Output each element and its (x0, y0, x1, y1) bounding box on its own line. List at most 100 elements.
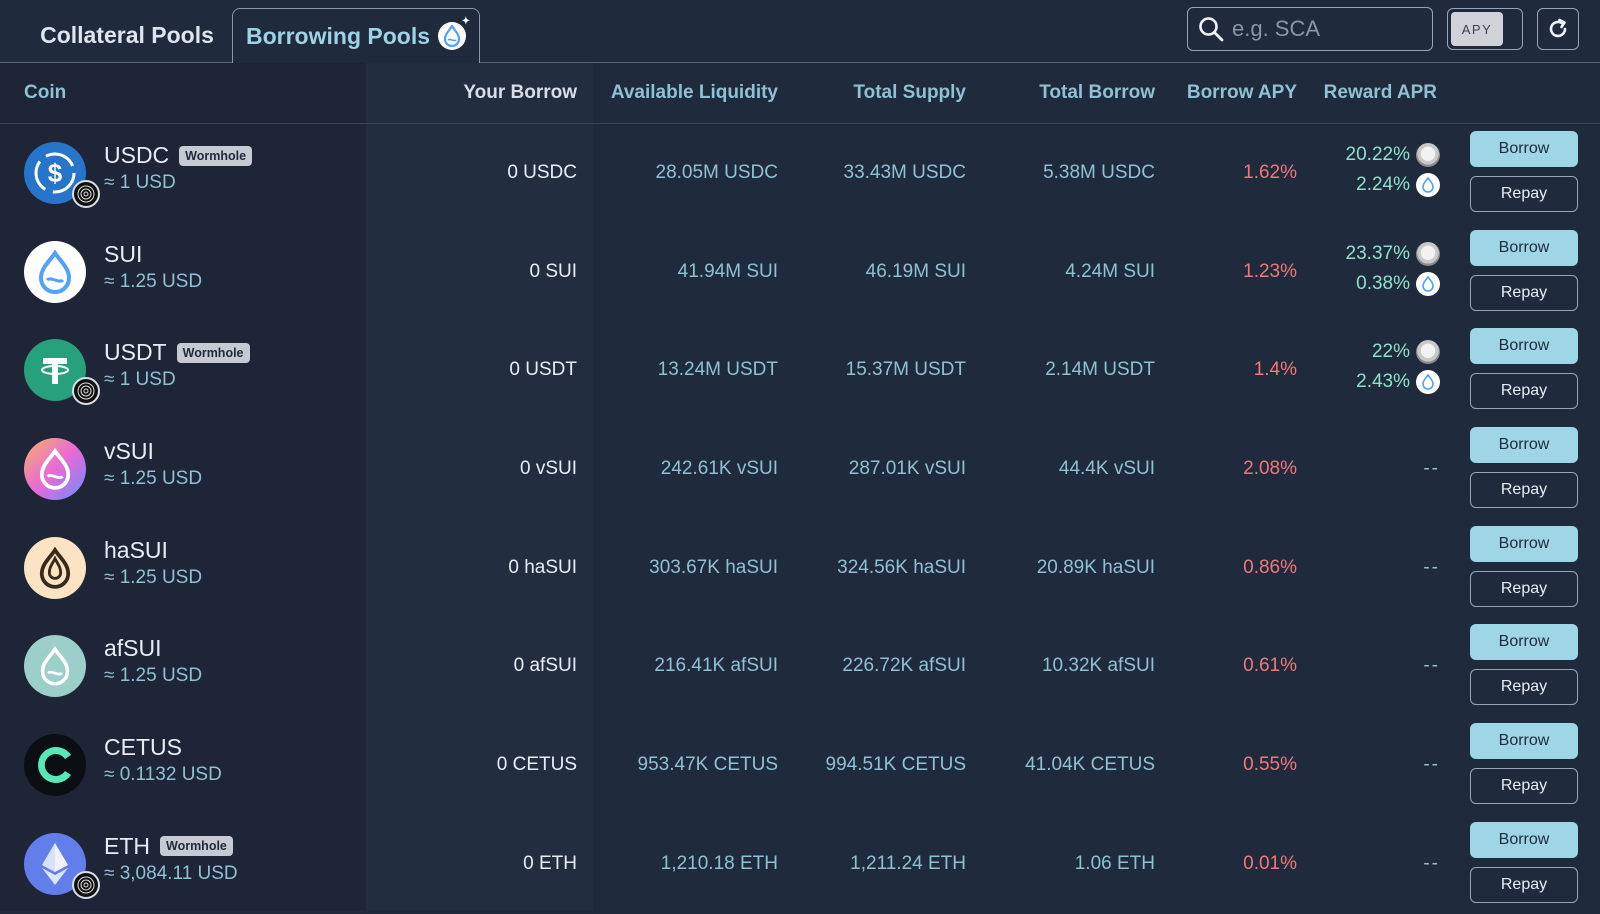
your-borrow-value: 0 USDC (507, 162, 577, 183)
sca-reward-icon (1416, 143, 1440, 167)
header-available-liquidity[interactable]: Available Liquidity (590, 63, 778, 123)
table-row: afSUI ≈ 1.25 USD 0 afSUI 216.41K afSUI 2… (0, 617, 1600, 716)
search-box[interactable] (1187, 7, 1433, 51)
reward-sui-value: 2.24% (1356, 174, 1410, 195)
borrow-apy-value: 0.86% (1243, 556, 1297, 578)
total-supply-value: 33.43M USDC (843, 162, 967, 183)
coin-symbol: vSUI (104, 438, 154, 465)
reward-apr: 23.37% 0.38% (1290, 239, 1440, 299)
reward-apr: 22% 2.43% (1290, 337, 1440, 397)
total-borrow-value: 10.32K afSUI (1041, 655, 1155, 677)
coin-symbol: CETUS (104, 734, 182, 761)
header-coin[interactable]: Coin (24, 63, 66, 123)
coin-price: ≈ 1.25 USD (104, 665, 203, 687)
total-supply-value: 1,211.24 ETH (850, 852, 966, 874)
borrow-button[interactable]: Borrow (1470, 427, 1578, 464)
repay-button[interactable]: Repay (1470, 866, 1578, 903)
repay-button[interactable]: Repay (1470, 768, 1578, 805)
tab-collateral-pools[interactable]: Collateral Pools (22, 8, 232, 62)
sui-reward-icon (1416, 271, 1440, 296)
wormhole-bridge-icon (72, 870, 100, 899)
repay-button[interactable]: Repay (1470, 472, 1578, 509)
sui-reward-icon (1416, 173, 1440, 197)
usdt-icon (24, 339, 100, 406)
your-borrow-value: 0 CETUS (496, 754, 577, 776)
eth-icon (24, 832, 100, 899)
reward-sca-value: 23.37% (1345, 242, 1410, 264)
total-supply-value: 46.19M SUI (865, 260, 966, 282)
coin-price: ≈ 0.1132 USD (104, 764, 222, 786)
coin-price: ≈ 1.25 USD (104, 270, 203, 292)
reward-apr-empty: -- (1423, 852, 1440, 874)
refresh-icon (1549, 18, 1567, 38)
borrow-button[interactable]: Borrow (1470, 229, 1578, 266)
available-liquidity-value: 41.94M SUI (677, 260, 778, 282)
header-total-borrow[interactable]: Total Borrow (990, 63, 1155, 123)
total-borrow-value: 20.89K haSUI (1036, 556, 1155, 578)
borrow-button[interactable]: Borrow (1470, 328, 1578, 365)
cetus-icon (24, 734, 86, 797)
total-supply-value: 324.56K haSUI (837, 556, 966, 578)
coin-symbol: haSUI (104, 536, 168, 563)
borrow-button[interactable]: Borrow (1470, 525, 1578, 562)
total-supply-value: 287.01K vSUI (848, 458, 966, 480)
wormhole-badge: Wormhole (160, 836, 233, 857)
usdc-icon: $ (24, 142, 100, 208)
header-total-supply[interactable]: Total Supply (800, 63, 966, 123)
afsui-icon (24, 635, 86, 698)
borrow-apy-value: 1.62% (1243, 162, 1297, 183)
coin-price: ≈ 1.25 USD (104, 468, 203, 490)
repay-button[interactable]: Repay (1470, 373, 1578, 410)
coin-symbol: SUI (104, 240, 143, 267)
borrow-button[interactable]: Borrow (1470, 131, 1578, 167)
repay-button[interactable]: Repay (1470, 274, 1578, 311)
coin-symbol: USDT (104, 339, 167, 366)
available-liquidity-value: 953.47K CETUS (637, 754, 778, 776)
header-your-borrow[interactable]: Your Borrow (420, 63, 577, 123)
tab-borrowing-pools[interactable]: Borrowing Pools ✦ (232, 8, 480, 63)
header-reward-apr[interactable]: Reward APR (1310, 63, 1437, 123)
your-borrow-value: 0 haSUI (508, 556, 577, 578)
total-borrow-value: 1.06 ETH (1074, 852, 1155, 874)
available-liquidity-value: 28.05M USDC (655, 162, 779, 183)
repay-button[interactable]: Repay (1470, 669, 1578, 706)
repay-button[interactable]: Repay (1470, 570, 1578, 607)
coin-name: ETH Wormhole (104, 833, 233, 860)
borrow-button[interactable]: Borrow (1470, 624, 1578, 661)
top-bar: Collateral Pools Borrowing Pools ✦ APY (0, 0, 1600, 63)
search-input[interactable] (1230, 15, 1424, 43)
coin-name: CETUS (104, 734, 182, 761)
hasui-icon (24, 536, 86, 599)
table-row: ETH Wormhole ≈ 3,084.11 USD 0 ETH 1,210.1… (0, 815, 1600, 914)
table-row: SUI ≈ 1.25 USD 0 SUI 41.94M SUI 46.19M S… (0, 223, 1600, 322)
coin-price: ≈ 1.25 USD (104, 566, 203, 588)
coin-price: ≈ 1 USD (104, 369, 176, 391)
available-liquidity-value: 242.61K vSUI (660, 458, 778, 480)
borrow-apy-value: 0.55% (1243, 754, 1297, 776)
repay-button[interactable]: Repay (1470, 176, 1578, 212)
apy-toggle[interactable]: APY (1447, 8, 1523, 50)
available-liquidity-value: 1,210.18 ETH (660, 852, 778, 874)
borrow-button[interactable]: Borrow (1470, 723, 1578, 760)
tab-collateral-label: Collateral Pools (40, 21, 214, 48)
total-borrow-value: 41.04K CETUS (1025, 754, 1155, 776)
refresh-button[interactable] (1537, 8, 1579, 50)
coin-name: haSUI (104, 537, 168, 564)
tab-borrowing-label: Borrowing Pools (246, 22, 430, 49)
search-icon (1199, 17, 1224, 42)
reward-apr-empty: -- (1423, 556, 1440, 578)
total-borrow-value: 4.24M SUI (1065, 260, 1155, 282)
borrow-apy-value: 0.01% (1243, 852, 1297, 874)
total-supply-value: 994.51K CETUS (825, 754, 966, 776)
header-borrow-apy[interactable]: Borrow APY (1170, 63, 1297, 123)
reward-sui-value: 0.38% (1356, 272, 1410, 294)
coin-name: USDC Wormhole (104, 142, 253, 169)
coin-name: SUI (104, 241, 142, 268)
sui-icon (24, 240, 86, 303)
table-row: haSUI ≈ 1.25 USD 0 haSUI 303.67K haSUI 3… (0, 519, 1600, 618)
available-liquidity-value: 13.24M USDT (657, 359, 778, 381)
borrow-button[interactable]: Borrow (1470, 821, 1578, 858)
vsui-icon (24, 438, 86, 501)
total-borrow-value: 2.14M USDT (1045, 359, 1155, 381)
reward-apr-empty: -- (1423, 458, 1440, 480)
